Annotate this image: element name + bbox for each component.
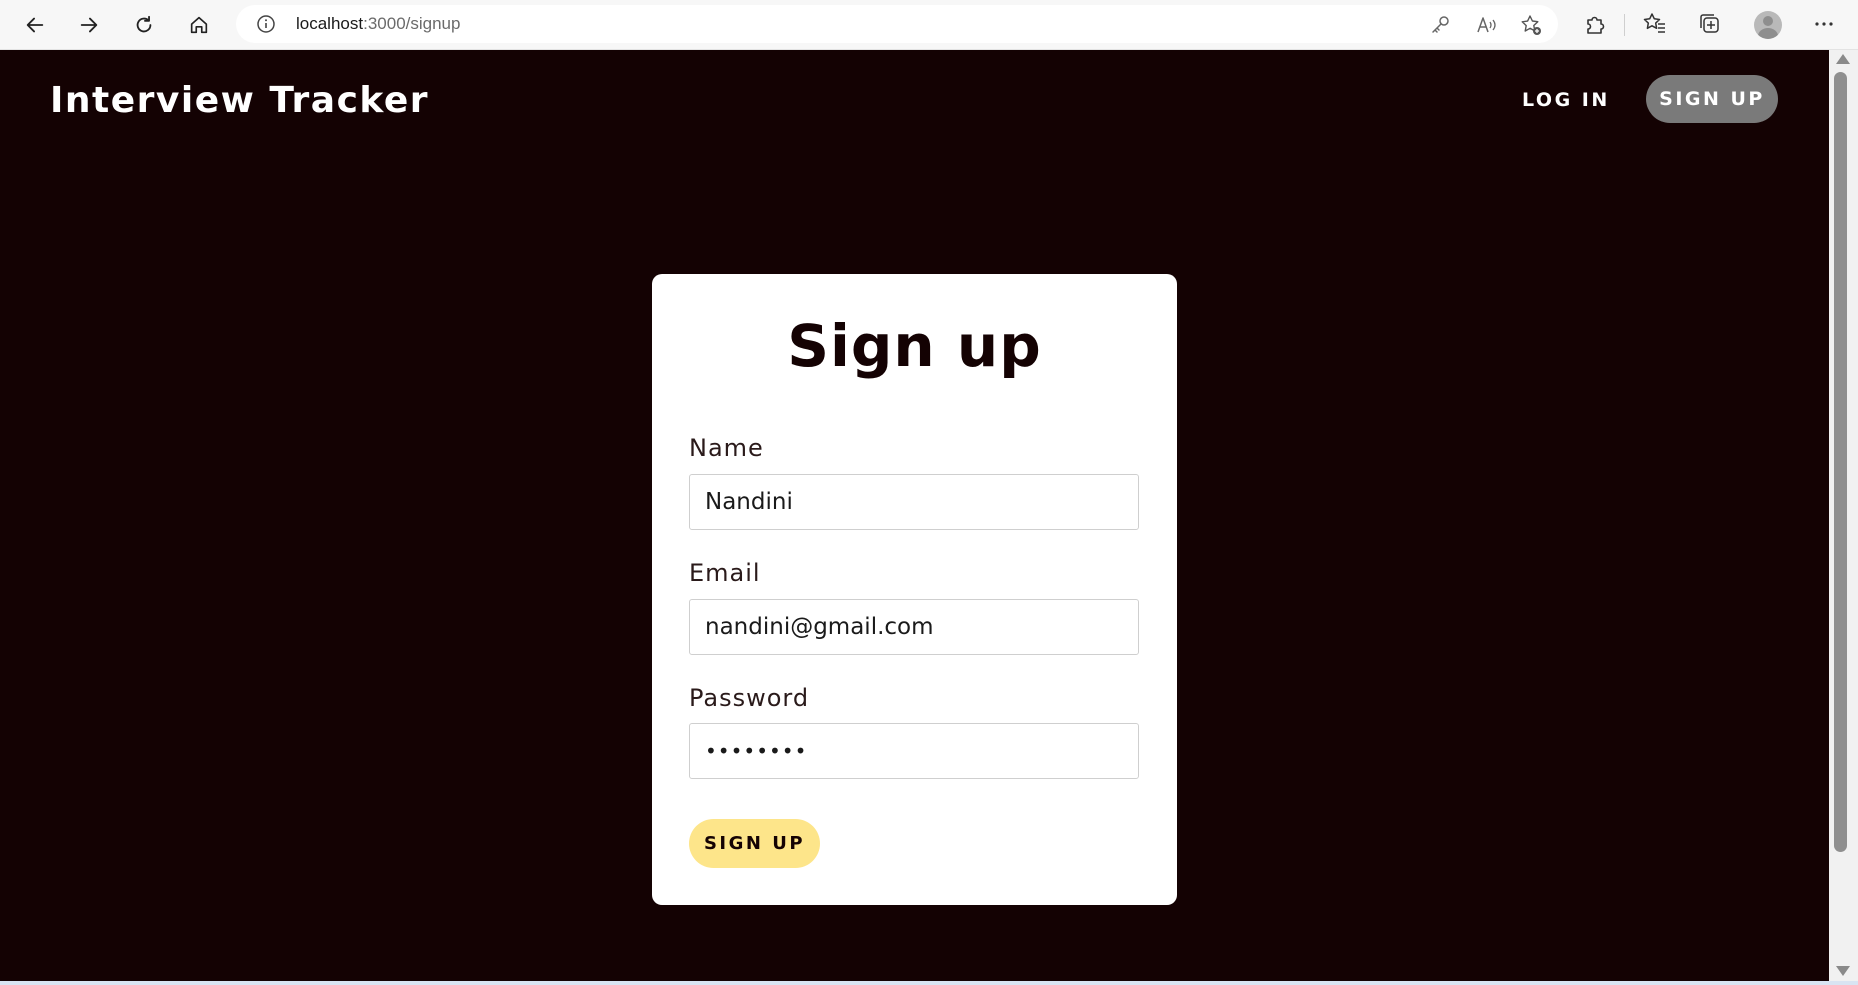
login-link[interactable]: LOG IN	[1522, 86, 1610, 114]
info-icon[interactable]	[256, 14, 276, 34]
address-bar[interactable]: localhost:3000/signup	[236, 5, 1558, 43]
url-path: :3000/signup	[363, 14, 461, 33]
brand-title[interactable]: Interview Tracker	[50, 80, 429, 121]
scroll-thumb[interactable]	[1834, 72, 1847, 852]
collections-icon[interactable]	[1697, 11, 1723, 37]
scroll-down-icon[interactable]	[1836, 966, 1850, 976]
refresh-icon	[136, 15, 152, 33]
profile-head	[1763, 16, 1773, 26]
forward-arrow-icon	[80, 17, 98, 33]
back-arrow-icon	[26, 17, 44, 33]
email-label: Email	[689, 559, 761, 587]
name-input[interactable]	[689, 474, 1139, 530]
url-host: localhost	[296, 14, 364, 33]
name-label: Name	[689, 434, 764, 462]
profile-shoulders	[1758, 28, 1778, 39]
url-text[interactable]: localhost:3000/signup	[296, 5, 460, 43]
more-icon[interactable]	[1811, 11, 1837, 37]
home-icon	[190, 16, 208, 34]
refresh-button[interactable]	[127, 8, 161, 42]
back-button[interactable]	[18, 8, 52, 42]
key-icon[interactable]	[1429, 14, 1451, 36]
toolbar-divider	[1624, 14, 1625, 36]
password-label: Password	[689, 684, 810, 712]
password-input[interactable]	[689, 723, 1139, 779]
signup-card: Sign up Name Email Password SIGN UP	[652, 274, 1177, 905]
browser-toolbar: localhost:3000/signup	[0, 0, 1858, 50]
scroll-up-icon[interactable]	[1836, 54, 1850, 64]
form-title: Sign up	[787, 312, 1042, 380]
email-input[interactable]	[689, 599, 1139, 655]
home-button[interactable]	[182, 8, 216, 42]
window-bottom-edge	[0, 981, 1858, 985]
nav-signup-button[interactable]: SIGN UP	[1646, 75, 1778, 123]
read-aloud-icon[interactable]	[1475, 14, 1497, 36]
puzzle-icon[interactable]	[1582, 11, 1608, 37]
star-add-icon[interactable]	[1520, 14, 1542, 36]
submit-signup-button[interactable]: SIGN UP	[689, 819, 820, 868]
page-scrollbar[interactable]	[1829, 50, 1858, 981]
page-viewport: Interview Tracker LOG IN SIGN UP Sign up…	[0, 50, 1829, 981]
profile-icon[interactable]	[1754, 11, 1782, 39]
forward-button[interactable]	[72, 8, 106, 42]
favorites-icon[interactable]	[1642, 11, 1668, 37]
